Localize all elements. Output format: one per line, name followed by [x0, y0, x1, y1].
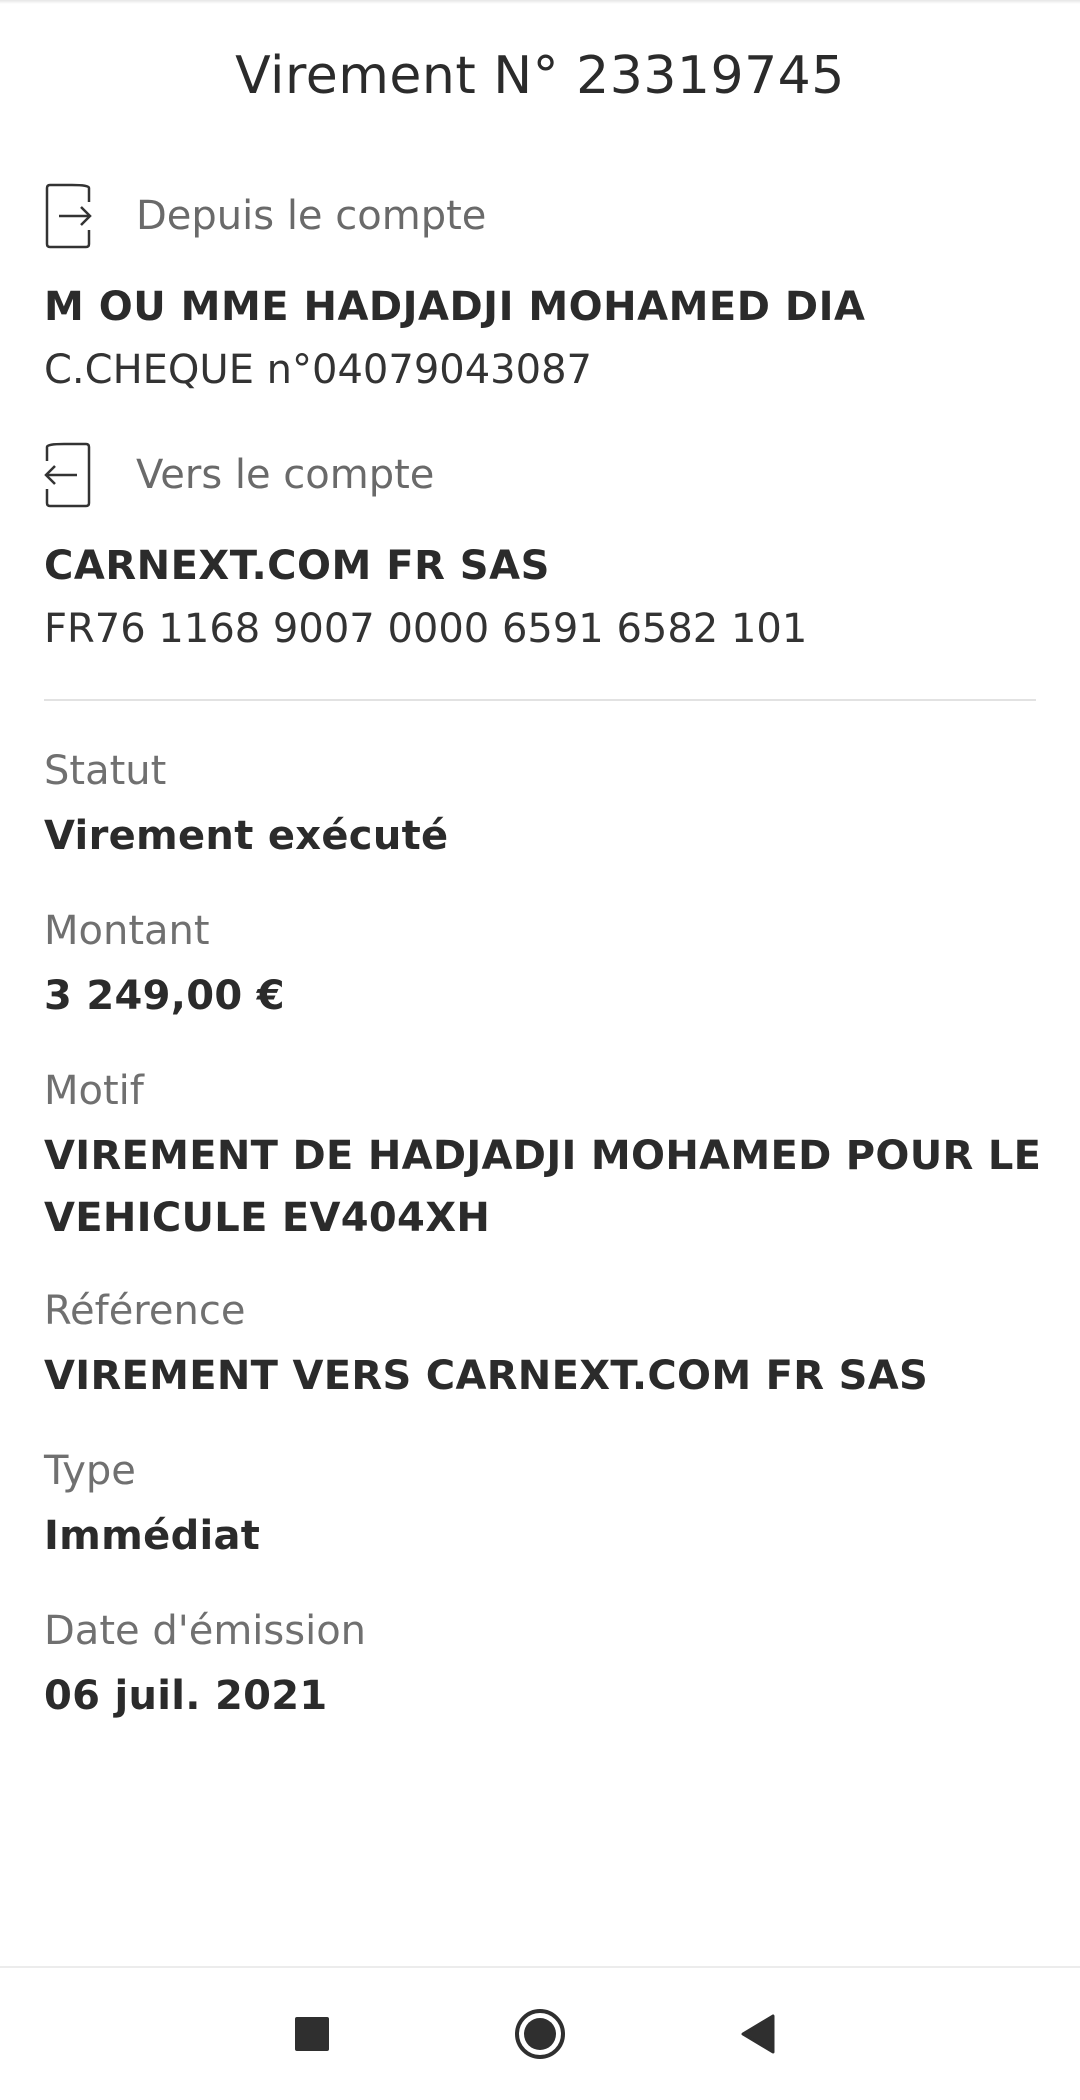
type-label: Type [44, 1448, 136, 1494]
square-icon [295, 2017, 329, 2051]
from-account-heading: Depuis le compte [136, 193, 487, 239]
back-button[interactable] [698, 1968, 818, 2100]
reference-value: VIREMENT VERS CARNEXT.COM FR SAS [44, 1353, 929, 1399]
top-shadow [0, 0, 1080, 4]
page-title: Virement N° 23319745 [235, 46, 845, 106]
from-account-name: M OU MME HADJADJI MOHAMED DIA [44, 284, 866, 330]
amount-value: 3 249,00 € [44, 973, 285, 1019]
type-value: Immédiat [44, 1513, 261, 1559]
to-account-iban: FR76 1168 9007 0000 6591 6582 101 [44, 606, 808, 652]
reason-label: Motif [44, 1068, 144, 1114]
reason-value: VIREMENT DE HADJADJI MOHAMED POUR LE VEH… [44, 1133, 1042, 1241]
circle-icon [515, 2009, 565, 2059]
date-label: Date d'émission [44, 1608, 367, 1654]
arrow-out-of-box-icon [44, 442, 91, 508]
home-button[interactable] [480, 1968, 600, 2100]
date-value: 06 juil. 2021 [44, 1673, 328, 1719]
divider [44, 699, 1036, 701]
reference-label: Référence [44, 1288, 246, 1334]
system-navigation-bar [0, 1966, 1080, 2100]
to-account-header: Vers le compte [44, 441, 434, 509]
from-account-header: Depuis le compte [44, 182, 486, 250]
amount-label: Montant [44, 908, 210, 954]
to-account-heading: Vers le compte [136, 452, 435, 498]
status-value: Virement exécuté [44, 813, 449, 859]
arrow-into-box-icon [45, 183, 92, 249]
triangle-back-icon [741, 2014, 775, 2054]
from-account-number: C.CHEQUE n°04079043087 [44, 347, 592, 393]
status-label: Statut [44, 748, 167, 794]
to-account-name: CARNEXT.COM FR SAS [44, 543, 550, 589]
recents-button[interactable] [252, 1968, 372, 2100]
